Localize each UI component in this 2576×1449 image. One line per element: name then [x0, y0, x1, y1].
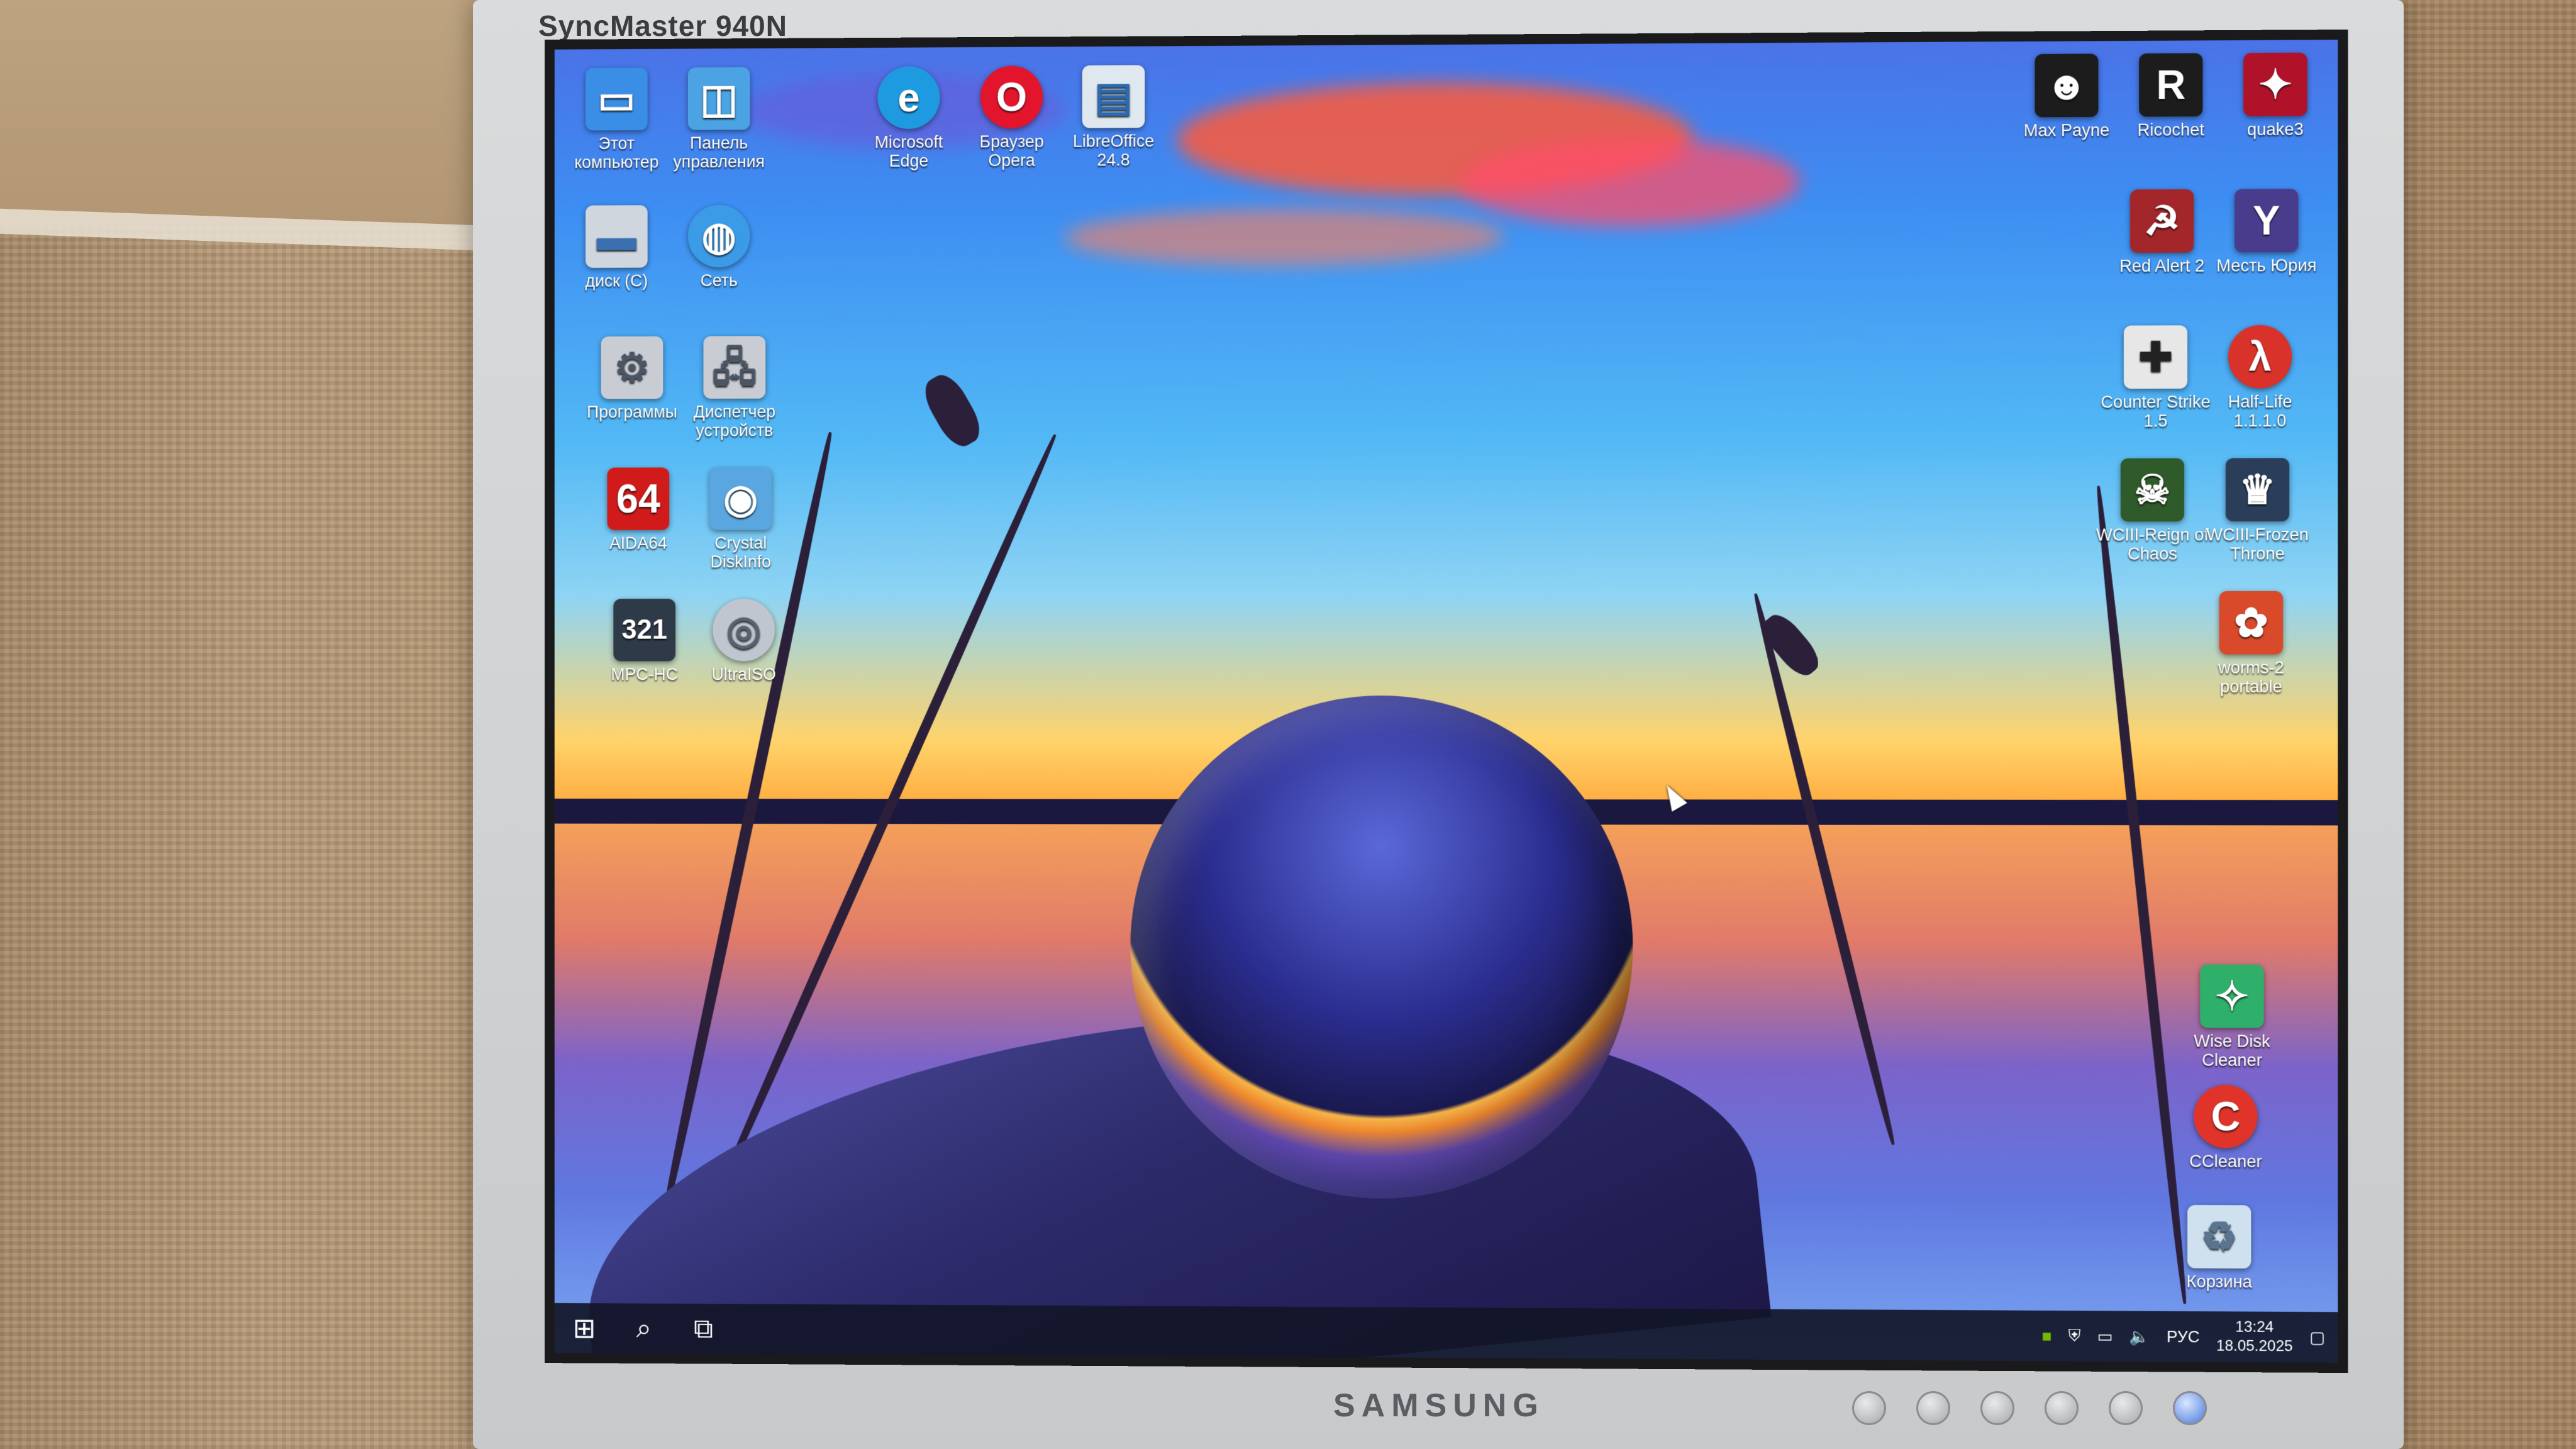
monitor-auto-button[interactable]: [2109, 1391, 2143, 1425]
recycle-bin-icon: ♻: [2187, 1205, 2251, 1269]
task-view-icon: ⧉: [694, 1313, 713, 1345]
search-icon: ⌕: [636, 1313, 652, 1344]
desktop-icon-quake3[interactable]: ✦ quake3: [2218, 52, 2333, 139]
libreoffice-icon: ▤: [1082, 65, 1145, 128]
desktop-icon-this-pc[interactable]: ▭ Этот компьютер: [561, 67, 673, 172]
worms2-icon: ✿: [2219, 591, 2283, 655]
desktop-icon-device-manager[interactable]: 🖧 Диспетчер устройств: [679, 336, 791, 440]
yuri-revenge-icon: Y: [2235, 189, 2298, 252]
crystal-ball: [1130, 696, 1633, 1199]
monitor-bezel: ▭ Этот компьютер ◫ Панель управления e M…: [545, 30, 2348, 1373]
monitor-source-button[interactable]: [2045, 1391, 2079, 1425]
taskbar: ⊞ ⌕ ⧉ ■ ⛨ ▭ 🔈 РУС 13:24 18.05.2025 ▢: [555, 1303, 2338, 1363]
search-button[interactable]: ⌕: [614, 1303, 674, 1353]
computer-icon: ▭: [586, 68, 648, 131]
opera-icon: O: [980, 65, 1043, 128]
desktop-icon-mpc-hc[interactable]: 321 MPC-HC: [589, 599, 701, 684]
notification-center-icon[interactable]: ▢: [2309, 1328, 2325, 1347]
nvidia-icon[interactable]: ■: [2042, 1326, 2052, 1345]
desktop-icon-programs[interactable]: ⚙ Программы: [576, 336, 688, 422]
clock[interactable]: 13:24 18.05.2025: [2216, 1318, 2293, 1356]
ultraiso-icon: ◎: [713, 599, 775, 661]
counter-strike-icon: ✚: [2124, 325, 2187, 389]
control-panel-icon: ◫: [688, 67, 750, 130]
system-tray: ■ ⛨ ▭ 🔈 РУС 13:24 18.05.2025 ▢: [2042, 1311, 2325, 1363]
desktop-icon-max-payne[interactable]: ☻ Max Payne: [2009, 53, 2124, 140]
security-shield-icon[interactable]: ⛨: [2068, 1326, 2081, 1346]
desktop-icon-wc3-tft[interactable]: ♛ WCIII-Frozen Throne: [2200, 458, 2314, 563]
clock-date: 18.05.2025: [2216, 1336, 2293, 1356]
desktop-icon-ccleaner[interactable]: C CCleaner: [2168, 1085, 2283, 1172]
wise-disk-cleaner-icon: ✧: [2200, 965, 2263, 1028]
monitor-down-button[interactable]: [1916, 1391, 1950, 1425]
desktop-icon-disk-c[interactable]: ▬ диск (C): [561, 205, 673, 291]
edge-icon: e: [877, 66, 940, 129]
warcraft3-tft-icon: ♛: [2226, 458, 2289, 521]
desktop-icon-network[interactable]: ◍ Сеть: [663, 204, 775, 290]
warcraft3-roc-icon: ☠: [2121, 458, 2184, 522]
red-alert-2-icon: ☭: [2130, 189, 2194, 253]
language-indicator[interactable]: РУС: [2167, 1326, 2200, 1346]
monitor-menu-button[interactable]: [1852, 1391, 1886, 1425]
crystaldiskinfo-icon: ◉: [709, 467, 772, 530]
monitor-power-button[interactable]: [2173, 1391, 2207, 1425]
monitor-model: SyncMaster 940N: [538, 9, 787, 43]
desktop: ▭ Этот компьютер ◫ Панель управления e M…: [555, 40, 2338, 1363]
windows-start-icon: ⊞: [573, 1312, 596, 1344]
desktop-icon-wc3-roc[interactable]: ☠ WCIII-Reign of Chaos: [2095, 458, 2209, 564]
volume-icon[interactable]: 🔈: [2129, 1326, 2150, 1346]
desktop-icon-half-life[interactable]: λ Half-Life 1.1.1.0: [2202, 325, 2317, 431]
desktop-icon-control-panel[interactable]: ◫ Панель управления: [663, 67, 775, 172]
desktop-icon-red-alert-2[interactable]: ☭ Red Alert 2: [2105, 189, 2219, 276]
desktop-icon-ultraiso[interactable]: ◎ UltraISO: [688, 599, 800, 684]
desktop-icon-counter-strike[interactable]: ✚ Counter Strike 1.5: [2098, 325, 2212, 430]
programs-icon: ⚙: [601, 336, 663, 399]
task-view-button[interactable]: ⧉: [674, 1304, 733, 1354]
ccleaner-icon: C: [2194, 1085, 2257, 1148]
half-life-icon: λ: [2228, 325, 2292, 389]
desktop-icon-wise-disk-cleaner[interactable]: ✧ Wise Disk Cleaner: [2175, 965, 2289, 1070]
clock-time: 13:24: [2216, 1318, 2293, 1337]
aida64-icon: 64: [608, 467, 670, 530]
desktop-icon-aida64[interactable]: 64 AIDA64: [582, 467, 694, 552]
cloud: [1460, 137, 1801, 227]
desktop-icon-opera[interactable]: O Браузер Opera: [955, 65, 1068, 170]
wallpaper-strip: [0, 0, 497, 226]
monitor-brand: SAMSUNG: [1333, 1387, 1545, 1424]
desktop-icon-edge[interactable]: e Microsoft Edge: [853, 66, 965, 170]
desktop-icon-libreoffice[interactable]: ▤ LibreOffice 24.8: [1057, 65, 1170, 169]
desktop-icon-worms2[interactable]: ✿ worms-2 portable: [2194, 591, 2308, 696]
network-status-icon[interactable]: ▭: [2097, 1326, 2113, 1346]
quake3-icon: ✦: [2243, 53, 2307, 116]
desktop-icon-recycle-bin[interactable]: ♻ Корзина: [2162, 1205, 2277, 1292]
reed-head: [918, 369, 987, 452]
desktop-icon-crystaldiskinfo[interactable]: ◉ Crystal DiskInfo: [685, 467, 797, 571]
max-payne-icon: ☻: [2035, 53, 2098, 117]
ricochet-icon: R: [2139, 53, 2202, 116]
drive-icon: ▬: [586, 205, 648, 268]
network-icon: ◍: [688, 205, 750, 268]
desktop-icon-yuri-revenge[interactable]: Y Месть Юрия: [2209, 189, 2324, 275]
desktop-icon-ricochet[interactable]: R Ricochet: [2114, 53, 2228, 140]
start-button[interactable]: ⊞: [555, 1303, 614, 1353]
mpc-hc-icon: 321: [613, 599, 675, 661]
monitor-up-button[interactable]: [1980, 1391, 2014, 1425]
cloud: [1065, 208, 1504, 267]
device-manager-icon: 🖧: [703, 336, 765, 399]
